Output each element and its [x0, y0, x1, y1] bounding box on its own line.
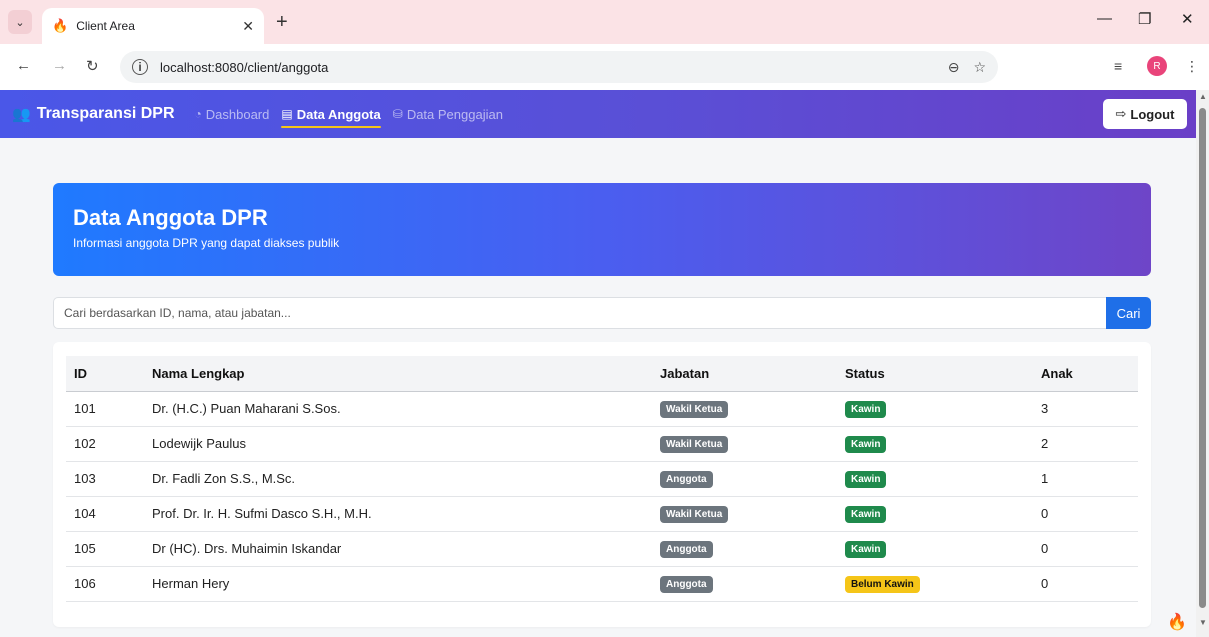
- table-header-row: ID Nama Lengkap Jabatan Status Anak: [66, 356, 1138, 392]
- cash-icon: ⛁: [392, 107, 403, 121]
- cell-anak: 0: [1033, 566, 1138, 602]
- table-row: 105 Dr (HC). Drs. Muhaimin Iskandar Angg…: [66, 531, 1138, 567]
- browser-tab[interactable]: 🔥 Client Area ✕: [42, 8, 264, 44]
- zoom-icon[interactable]: ⊖: [948, 59, 960, 76]
- cell-nama: Lodewijk Paulus: [144, 426, 652, 462]
- browser-toolbar: ← → ↻ i localhost:8080/client/anggota ⊖ …: [0, 44, 1209, 90]
- page-scrollbar[interactable]: ▲ ▼: [1196, 90, 1209, 637]
- anggota-table: ID Nama Lengkap Jabatan Status Anak 101 …: [66, 356, 1138, 602]
- cell-anak: 0: [1033, 496, 1138, 532]
- status-badge: Kawin: [845, 435, 887, 453]
- status-badge: Kawin: [845, 505, 887, 523]
- table-row: 101 Dr. (H.C.) Puan Maharani S.Sos. Waki…: [66, 391, 1138, 427]
- jabatan-badge: Wakil Ketua: [660, 435, 729, 453]
- address-bar[interactable]: i localhost:8080/client/anggota ⊖ ☆: [120, 51, 998, 83]
- cell-id: 104: [66, 496, 144, 532]
- cell-id: 103: [66, 461, 144, 497]
- table-row: 104 Prof. Dr. Ir. H. Sufmi Dasco S.H., M…: [66, 496, 1138, 532]
- url-text: localhost:8080/client/anggota: [160, 59, 329, 75]
- page-title: Data Anggota DPR: [73, 205, 268, 230]
- scroll-down-icon[interactable]: ▼: [1199, 618, 1207, 627]
- app-navbar: 👥 Transparansi DPR ◔ Dashboard ▤ Data An…: [0, 90, 1196, 138]
- search-form: Cari: [53, 297, 1151, 329]
- jabatan-badge: Anggota: [660, 575, 713, 593]
- logout-label: Logout: [1130, 106, 1175, 122]
- cell-anak: 2: [1033, 426, 1138, 462]
- jabatan-badge: Wakil Ketua: [660, 400, 729, 418]
- tab-search-chevron-icon[interactable]: ⌄: [8, 10, 32, 34]
- cell-nama: Dr. Fadli Zon S.S., M.Sc.: [144, 461, 652, 497]
- jabatan-badge: Anggota: [660, 470, 713, 488]
- speedometer-icon: ◔: [194, 107, 202, 121]
- nav-dashboard-label: Dashboard: [205, 106, 270, 122]
- scroll-thumb[interactable]: [1199, 108, 1206, 608]
- nav-data-penggajian[interactable]: ⛁ Data Penggajian: [393, 90, 503, 138]
- logout-button[interactable]: ⇨ Logout: [1103, 99, 1187, 129]
- new-tab-icon[interactable]: +: [276, 11, 288, 34]
- table-row: 106 Herman Hery Anggota Belum Kawin 0: [66, 566, 1138, 602]
- id-card-icon: ▤: [281, 107, 293, 121]
- nav-data-anggota-label: Data Anggota: [296, 106, 381, 122]
- tab-close-icon[interactable]: ✕: [242, 18, 254, 35]
- cell-id: 102: [66, 426, 144, 462]
- cell-id: 106: [66, 566, 144, 602]
- cell-anak: 1: [1033, 461, 1138, 497]
- cell-id: 105: [66, 531, 144, 567]
- forward-arrow-icon[interactable]: →: [52, 57, 67, 74]
- nav-data-penggajian-label: Data Penggajian: [406, 106, 503, 122]
- logout-icon: ⇨: [1115, 106, 1127, 121]
- col-header-anak: Anak: [1033, 356, 1138, 392]
- brand-label: Transparansi DPR: [36, 105, 175, 122]
- col-header-id: ID: [66, 356, 144, 392]
- cell-nama: Dr (HC). Drs. Muhaimin Iskandar: [144, 531, 652, 567]
- jabatan-badge: Anggota: [660, 540, 713, 558]
- table-row: 102 Lodewijk Paulus Wakil Ketua Kawin 2: [66, 426, 1138, 462]
- cell-anak: 0: [1033, 531, 1138, 567]
- flame-toolbar-icon[interactable]: 🔥: [1167, 612, 1187, 632]
- restore-icon[interactable]: ❐: [1138, 10, 1151, 28]
- profile-avatar[interactable]: R: [1147, 56, 1167, 76]
- status-badge: Belum Kawin: [845, 575, 920, 593]
- status-badge: Kawin: [845, 470, 887, 488]
- jabatan-badge: Wakil Ketua: [660, 505, 729, 523]
- brand[interactable]: 👥 Transparansi DPR: [12, 105, 175, 123]
- anggota-table-card: ID Nama Lengkap Jabatan Status Anak 101 …: [53, 342, 1151, 627]
- window-close-icon[interactable]: ✕: [1181, 10, 1194, 28]
- col-header-nama: Nama Lengkap: [144, 356, 652, 392]
- browser-tabbar: ⌄ 🔥 Client Area ✕ + — ❐ ✕: [0, 0, 1209, 44]
- minimize-icon[interactable]: —: [1097, 10, 1112, 27]
- cell-nama: Dr. (H.C.) Puan Maharani S.Sos.: [144, 391, 652, 427]
- flame-favicon-icon: 🔥: [52, 18, 69, 33]
- site-info-icon[interactable]: i: [132, 59, 148, 75]
- cell-nama: Prof. Dr. Ir. H. Sufmi Dasco S.H., M.H.: [144, 496, 652, 532]
- reload-icon[interactable]: ↻: [86, 57, 99, 75]
- status-badge: Kawin: [845, 540, 887, 558]
- tab-title: Client Area: [76, 19, 135, 33]
- bookmark-star-icon[interactable]: ☆: [973, 59, 986, 76]
- page-subtitle: Informasi anggota DPR yang dapat diakses…: [73, 236, 340, 250]
- search-input[interactable]: [53, 297, 1106, 329]
- browser-menu-icon[interactable]: ⋮: [1185, 58, 1199, 75]
- users-icon: 👥: [12, 106, 31, 123]
- search-button[interactable]: Cari: [1106, 297, 1151, 329]
- cell-id: 101: [66, 391, 144, 427]
- scroll-up-icon[interactable]: ▲: [1199, 92, 1207, 101]
- page-header-banner: Data Anggota DPR Informasi anggota DPR y…: [53, 183, 1151, 276]
- reading-list-icon[interactable]: ≡: [1114, 58, 1122, 74]
- back-arrow-icon[interactable]: ←: [16, 57, 31, 74]
- col-header-status: Status: [837, 356, 1033, 392]
- cell-anak: 3: [1033, 391, 1138, 427]
- cell-nama: Herman Hery: [144, 566, 652, 602]
- status-badge: Kawin: [845, 400, 887, 418]
- table-row: 103 Dr. Fadli Zon S.S., M.Sc. Anggota Ka…: [66, 461, 1138, 497]
- nav-dashboard[interactable]: ◔ Dashboard: [195, 90, 270, 138]
- nav-data-anggota[interactable]: ▤ Data Anggota: [281, 90, 382, 138]
- col-header-jabatan: Jabatan: [652, 356, 837, 392]
